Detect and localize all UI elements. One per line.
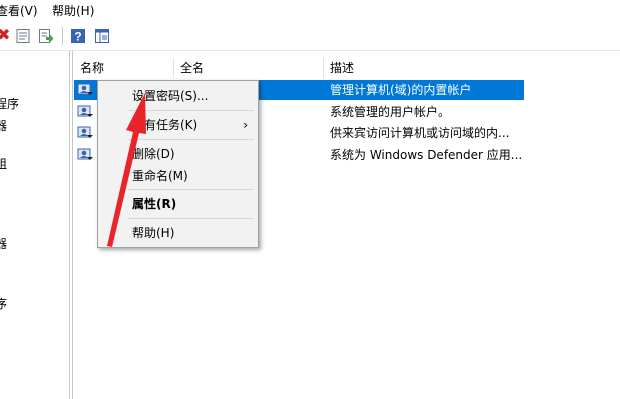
menu-help[interactable]: 帮助(H) bbox=[52, 4, 94, 18]
user-description: 供来宾访问计算机或访问域的内... bbox=[330, 126, 510, 140]
menu-separator bbox=[128, 218, 254, 219]
user-icon bbox=[77, 82, 93, 98]
tree-item[interactable]: 组 bbox=[0, 157, 7, 171]
chevron-right-icon: › bbox=[243, 118, 248, 132]
console-tree-pane: 程序 器 组 器 序 bbox=[0, 51, 70, 399]
tree-item[interactable]: 程序 bbox=[0, 97, 19, 111]
column-header-fullname[interactable]: 全名 bbox=[174, 58, 324, 78]
toolbar-separator bbox=[62, 27, 63, 45]
user-description: 系统为 Windows Defender 应用... bbox=[330, 148, 523, 162]
tree-item[interactable]: 器 bbox=[0, 237, 7, 251]
menu-separator bbox=[128, 139, 254, 140]
svg-text:?: ? bbox=[74, 30, 81, 44]
tree-item[interactable]: 器 bbox=[0, 119, 7, 133]
tree-item[interactable]: 序 bbox=[0, 297, 7, 311]
menu-item-set-password[interactable]: 设置密码(S)... bbox=[98, 85, 258, 107]
menu-item-label: 所有任务(K) bbox=[132, 118, 198, 132]
menu-item-all-tasks[interactable]: 所有任务(K) › bbox=[98, 114, 258, 136]
user-description: 管理计算机(域)的内置帐户 bbox=[330, 83, 472, 97]
user-icon bbox=[77, 125, 93, 141]
menu-item-delete[interactable]: 删除(D) bbox=[98, 143, 258, 165]
menu-separator bbox=[128, 110, 254, 111]
menu-item-properties[interactable]: 属性(R) bbox=[98, 193, 258, 215]
context-menu: 设置密码(S)... 所有任务(K) › 删除(D) 重命名(M) 属性(R) … bbox=[97, 80, 259, 248]
pane-splitter[interactable] bbox=[72, 51, 73, 399]
user-icon bbox=[77, 147, 93, 163]
export-icon[interactable] bbox=[38, 28, 54, 44]
column-header-name[interactable]: 名称 bbox=[74, 58, 174, 78]
column-header-description[interactable]: 描述 bbox=[324, 58, 620, 78]
menu-item-help[interactable]: 帮助(H) bbox=[98, 222, 258, 244]
list-header: 名称 全名 描述 bbox=[74, 58, 620, 78]
menu-view[interactable]: 查看(V) bbox=[0, 4, 38, 18]
menu-separator bbox=[128, 189, 254, 190]
properties-icon[interactable] bbox=[15, 28, 31, 44]
user-icon bbox=[77, 104, 93, 120]
user-description: 系统管理的用户帐户。 bbox=[330, 105, 451, 119]
help-icon[interactable]: ? bbox=[70, 28, 86, 44]
show-hide-pane-icon[interactable] bbox=[94, 28, 110, 44]
toolbar: ✖ ? bbox=[0, 22, 620, 51]
menu-bar: 查看(V) 帮助(H) bbox=[0, 0, 620, 22]
delete-icon[interactable]: ✖ bbox=[0, 27, 13, 43]
menu-item-rename[interactable]: 重命名(M) bbox=[98, 165, 258, 187]
